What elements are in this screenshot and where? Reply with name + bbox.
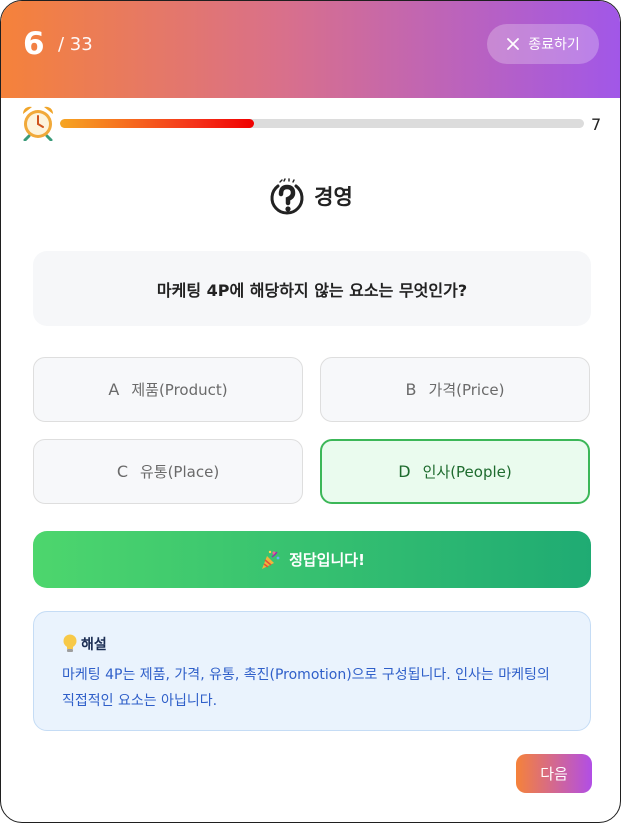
option-text: 유통(Place) <box>139 463 220 481</box>
option-letter: B <box>405 380 417 399</box>
option-a[interactable]: A 제품(Product) <box>33 357 303 422</box>
close-icon <box>507 38 520 50</box>
lightbulb-icon <box>63 634 77 652</box>
option-letter: C <box>116 462 128 481</box>
question-card: 마케팅 4P에 해당하지 않는 요소는 무엇인가? <box>33 251 591 326</box>
question-text: 마케팅 4P에 해당하지 않는 요소는 무엇인가? <box>156 280 468 300</box>
explanation-header: 해설 <box>62 634 562 654</box>
option-text: 가격(Price) <box>428 381 505 399</box>
timer-row: 7 <box>1 105 620 143</box>
alarm-clock-icon <box>22 106 54 141</box>
option-c[interactable]: C 유통(Place) <box>33 439 303 504</box>
exit-button[interactable]: 종료하기 <box>487 24 599 64</box>
explanation-card: 해설 마케팅 4P는 제품, 가격, 유통, 촉진(Promotion)으로 구… <box>33 611 591 731</box>
option-letter: A <box>108 380 120 399</box>
quiz-header: 6 / 33 종료하기 <box>1 1 620 98</box>
exit-label: 종료하기 <box>528 37 580 53</box>
correct-answer-banner: 정답입니다! <box>33 531 591 588</box>
explanation-line: 직접적인 요소는 아닙니다. <box>62 693 218 709</box>
option-letter: D <box>398 462 411 481</box>
option-b[interactable]: B 가격(Price) <box>320 357 590 422</box>
explanation-title: 해설 <box>81 637 107 653</box>
explanation-line: 마케팅 4P는 제품, 가격, 유통, 촉진(Promotion)으로 구성됩니… <box>62 667 550 683</box>
result-text: 정답입니다! <box>289 551 365 569</box>
next-button[interactable]: 다음 <box>516 754 592 793</box>
timer-progress-bar <box>60 119 584 128</box>
quiz-screen: 6 / 33 종료하기 7 경영 마케팅 4P에 해당하지 않는 요소는 무엇인… <box>0 0 621 823</box>
timer-progress-fill <box>60 119 254 128</box>
option-d[interactable]: D 인사(People) <box>320 439 590 504</box>
option-text: 제품(Product) <box>131 381 228 399</box>
party-popper-icon <box>262 550 280 569</box>
option-text: 인사(People) <box>422 463 512 481</box>
timer-seconds: 7 <box>591 115 602 134</box>
total-questions: / 33 <box>58 34 93 55</box>
category-label: 경영 <box>314 185 353 209</box>
category-header: 경영 <box>1 176 620 216</box>
quiz-question-icon <box>270 178 304 215</box>
explanation-text: 마케팅 4P는 제품, 가격, 유통, 촉진(Promotion)으로 구성됩니… <box>62 662 562 714</box>
current-question-number: 6 <box>23 26 45 62</box>
